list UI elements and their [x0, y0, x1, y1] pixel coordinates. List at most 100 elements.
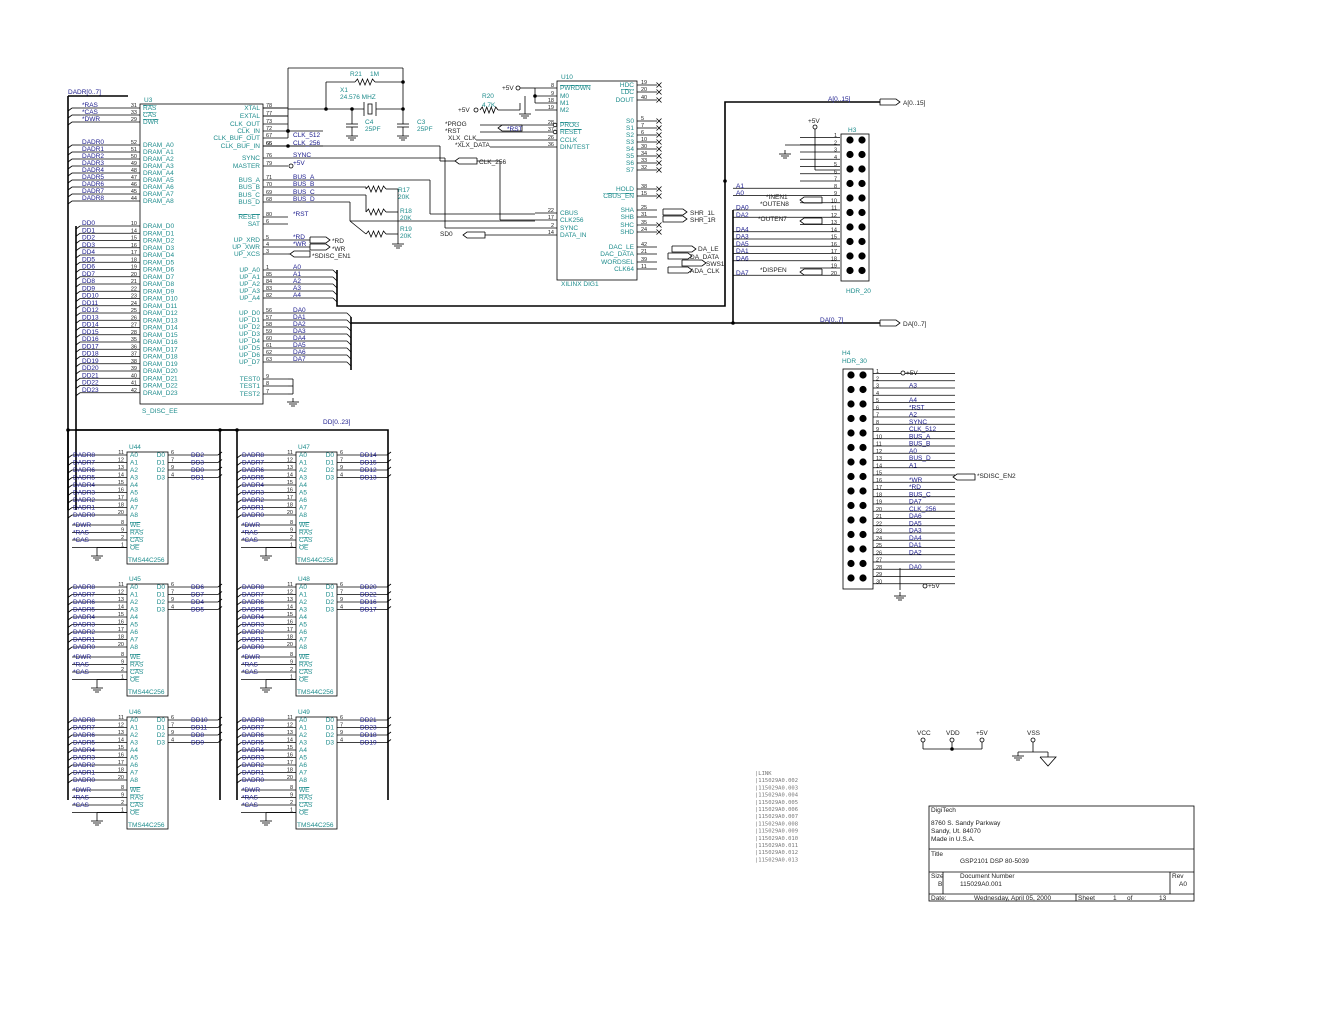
junction-dot	[533, 94, 537, 98]
u3-net-dd1: DD1	[82, 227, 95, 234]
u10-pin-label: LDC	[621, 89, 634, 96]
u3-net-dadr1: DADR1	[82, 146, 104, 153]
port-clk256	[454, 157, 478, 165]
dram-pin-num: 20	[287, 510, 293, 516]
dram-pin-label: OE	[299, 545, 309, 552]
dram-ctrl-net: *DWR	[73, 522, 91, 529]
h3-net-a1: A1	[736, 183, 744, 190]
wire	[349, 220, 367, 235]
dram-pin-label: RAS	[130, 530, 144, 537]
dram-pin-label: D2	[326, 732, 335, 739]
h4-net-da7: DA7	[909, 499, 922, 506]
h4-net-rst: *RST	[909, 404, 925, 411]
h4-pin-num: 15	[876, 471, 882, 477]
dram-addr-net: DADR6	[73, 599, 95, 606]
dram-pin-num: 2	[290, 800, 293, 806]
u10-pin-label: SHA	[621, 207, 635, 214]
tb-rev: A0	[1179, 881, 1187, 888]
dram-pin-num: 2	[290, 535, 293, 541]
dram-pin-label: A1	[299, 592, 307, 599]
dram-pin-label: A8	[299, 512, 307, 519]
u3-pin-label: UP_D2	[239, 324, 260, 331]
pwr-open-circle	[949, 737, 955, 743]
h4-body	[842, 368, 874, 590]
pwr-vss-label: VSS	[1027, 730, 1041, 737]
u3-pin-num: 15	[131, 236, 137, 242]
u3-pin-label: UP_D1	[239, 317, 260, 324]
u3-net-dd16: DD16	[82, 336, 99, 343]
tb-title: GSP2101 DSP 80-5039	[960, 858, 1029, 865]
x1-crystal	[367, 103, 373, 115]
port-outen7-label: *OUTEN7	[758, 216, 787, 223]
dram-addr-net: DADR8	[242, 452, 264, 459]
u3-pin-num: 72	[266, 126, 272, 132]
u3-pin-label: UP_D0	[239, 310, 260, 317]
u10-pin-label: DATA_IN	[560, 232, 587, 239]
dram-addr-net: DADR3	[242, 622, 264, 629]
dram-pin-label: A3	[299, 475, 307, 482]
dram-data-net: DD16	[360, 599, 377, 606]
u3-pin-label: UP_A4	[239, 295, 260, 302]
u10-pin-num: 28	[548, 120, 554, 126]
dram-pin-num: 7	[171, 723, 174, 729]
dram-addr-net: DADR8	[242, 717, 264, 724]
dram-data-net: DD19	[360, 740, 377, 747]
dram-addr-net: DADR2	[242, 497, 264, 504]
u3-net-da5: DA5	[293, 342, 306, 349]
h4-pin-dot	[847, 530, 855, 539]
u10-pin-label: PWRDWN	[560, 85, 591, 92]
dram-addr-net: DADR3	[73, 755, 95, 762]
pwr-open-circle	[920, 737, 926, 743]
u3-pin-num: 7	[266, 389, 269, 395]
tb-date-label: Date:	[931, 895, 947, 902]
dram-addr-net: DADR1	[73, 770, 95, 777]
u3-net-da2: DA2	[293, 321, 306, 328]
u3-pin-num: 40	[131, 373, 137, 379]
h4-net-da3: DA3	[909, 528, 922, 535]
u10-pin-num: 36	[548, 142, 554, 148]
u10-pin-label: HDC	[620, 82, 634, 89]
dram-pin-num: 7	[340, 723, 343, 729]
h4-net-sync: SYNC	[909, 419, 927, 426]
u10-pin-label: RESET	[560, 129, 582, 136]
u3-pin-label: BUS_C	[238, 192, 260, 199]
dram-pin-num: 15	[287, 612, 293, 618]
dram-addr-net: DADR6	[73, 732, 95, 739]
h4-pin-num: 5	[876, 398, 879, 404]
dram-ctrl-net: *RAS	[242, 795, 259, 802]
dram-pin-label: WE	[130, 522, 141, 529]
dram-pin-label: WE	[299, 787, 310, 794]
dram-pin-label: D1	[157, 725, 166, 732]
u3-pin-num: 5	[266, 235, 269, 241]
u3-pin-num: 50	[131, 154, 137, 160]
u3-net-bus-c: BUS_C	[293, 189, 315, 196]
junction-dot	[731, 321, 735, 325]
dram-pin-num: 2	[290, 667, 293, 673]
link-list-item: |115029A0.010	[755, 836, 798, 842]
dram-pin-label: A2	[299, 599, 307, 606]
h4-net-a0: A0	[909, 448, 917, 455]
net-xlx-clk: XLX_CLK	[448, 135, 477, 142]
dram-pin-num: 17	[118, 760, 124, 766]
link-list-item: |115029A0.005	[755, 800, 798, 806]
h4-pin-num: 16	[876, 478, 882, 484]
h4-pin-num: 9	[876, 427, 879, 433]
net-prog: *PROG	[445, 121, 467, 128]
h4-pin-dot	[859, 545, 867, 553]
dram-addr-net: DADR8	[73, 452, 95, 459]
dram-pin-label: A5	[299, 755, 307, 762]
port-dispen	[799, 268, 823, 276]
u3-pin-num: 8	[266, 381, 269, 387]
u3-pin-num: 82	[266, 293, 272, 299]
u10-pin-label: S2	[626, 132, 634, 139]
pwr-open-circle	[515, 85, 521, 91]
dram-addr-net: DADR2	[242, 629, 264, 636]
dram-pin-label: OE	[130, 545, 140, 552]
dram-pin-num: 4	[171, 605, 174, 611]
u3-pin-label: DRAM_A1	[143, 149, 174, 156]
dram-name: TMS44C256	[297, 557, 334, 564]
link-list-item: |115029A0.006	[755, 807, 798, 813]
schematic-canvas: U3S_DISC_EE31 RAS*RAS33 CAS*CAS29 DWR*DWR52…	[66, 67, 1195, 902]
dram-pin-label: RAS	[299, 530, 313, 537]
dram-addr-net: DADR0	[242, 512, 264, 519]
